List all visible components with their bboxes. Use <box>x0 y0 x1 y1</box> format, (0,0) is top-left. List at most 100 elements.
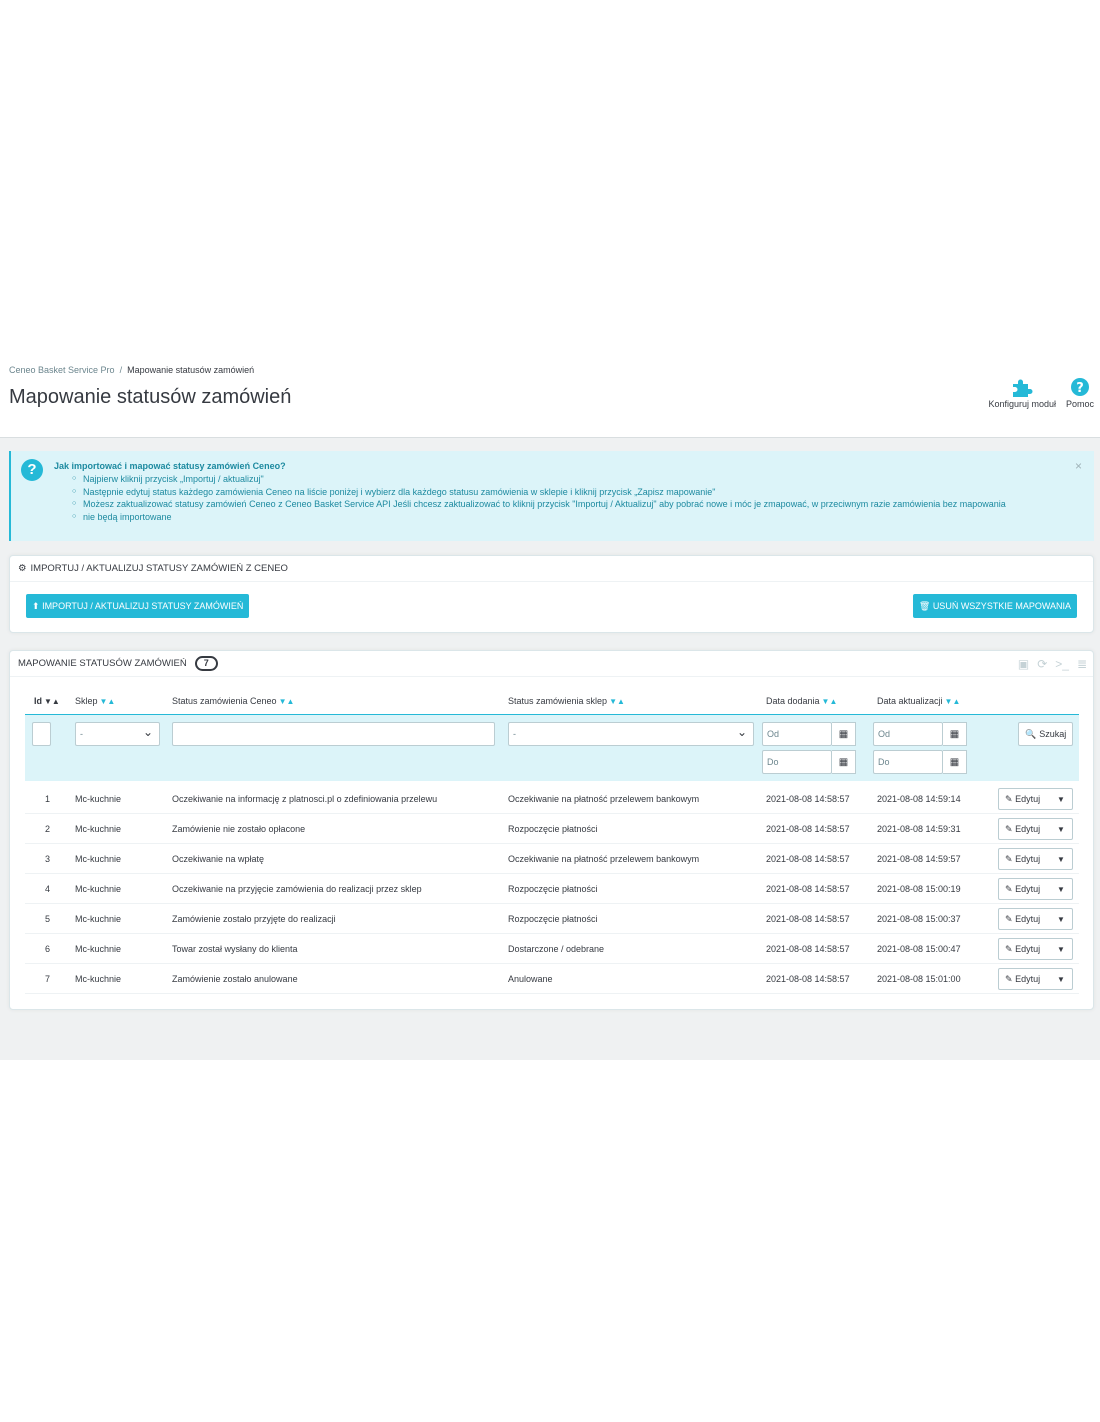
refresh-icon[interactable]: ⟳ <box>1037 657 1047 671</box>
table-row[interactable]: 1 Mc-kuchnie Oczekiwanie na informację z p… <box>25 784 1079 814</box>
calendar-icon[interactable]: ▦ <box>943 722 967 746</box>
calendar-icon[interactable]: ▦ <box>832 722 856 746</box>
alert-item: Możesz zaktualizować statusy zamówień Ce… <box>72 498 1093 511</box>
table-row[interactable]: 5 Mc-kuchnie Zamówienie zostało przyjęte d… <box>25 904 1079 934</box>
edit-button[interactable]: ✎ Edytuj ▼ <box>998 848 1073 870</box>
caret-down-icon[interactable]: ▼ <box>1049 795 1065 804</box>
database-icon[interactable]: ≣ <box>1077 657 1087 671</box>
edit-button[interactable]: ✎ Edytuj ▼ <box>998 968 1073 990</box>
filter-id-input[interactable] <box>32 722 51 746</box>
page-title: Mapowanie statusów zamówień <box>9 386 292 408</box>
alert-item: Najpierw kliknij przycisk „Importuj / ak… <box>72 473 1093 486</box>
alert-item-continuation: nie będą importowane <box>72 511 1093 524</box>
column-header-date-upd[interactable]: Data aktualizacji ▼▲ <box>877 696 960 706</box>
edit-label: Edytuj <box>1015 913 1041 924</box>
import-panel: ⚙ Importuj / aktualizuj statusy zamówień… <box>9 555 1094 633</box>
cell-shop-status: Oczekiwanie na płatność przelewem bankow… <box>508 794 700 804</box>
sort-arrows-icon: ▼▲ <box>609 697 625 706</box>
close-icon[interactable]: × <box>1075 459 1082 473</box>
pencil-icon: ✎ <box>1005 943 1013 954</box>
filter-date-add-to[interactable]: Do <box>762 750 832 774</box>
filter-date-add-from[interactable]: Od <box>762 722 832 746</box>
cell-date-add: 2021-08-08 14:58:57 <box>766 854 850 864</box>
cell-shop-status: Oczekiwanie na płatność przelewem bankow… <box>508 854 700 864</box>
caret-down-icon[interactable]: ▼ <box>1049 885 1065 894</box>
cell-date-add: 2021-08-08 14:58:57 <box>766 884 850 894</box>
question-circle-icon: ? <box>1070 375 1090 399</box>
cell-ceneo-status: Towar został wysłany do klienta <box>172 944 298 954</box>
pencil-icon: ✎ <box>1005 973 1013 984</box>
column-header-ceneo-status[interactable]: Status zamówienia Ceneo ▼▲ <box>172 696 294 706</box>
upload-icon: ⬆ <box>32 601 40 611</box>
cell-date-upd: 2021-08-08 15:00:47 <box>877 944 961 954</box>
caret-down-icon[interactable]: ▼ <box>1049 975 1065 984</box>
list-panel-title: Mapowanie statusów zamówień <box>18 658 187 669</box>
column-header-shop-status[interactable]: Status zamówienia sklep ▼▲ <box>508 696 625 706</box>
info-alert: ? × Jak importować i mapować statusy zam… <box>9 451 1094 541</box>
cell-date-add: 2021-08-08 14:58:57 <box>766 914 850 924</box>
filter-shop-select[interactable]: - <box>75 722 160 746</box>
breadcrumb-parent[interactable]: Ceneo Basket Service Pro <box>9 365 115 375</box>
alert-title: Jak importować i mapować statusy zamówie… <box>54 461 286 471</box>
edit-label: Edytuj <box>1015 793 1041 804</box>
cell-date-upd: 2021-08-08 14:59:31 <box>877 824 961 834</box>
cell-id: 7 <box>45 974 51 984</box>
import-statuses-button[interactable]: ⬆ Importuj / aktualizuj statusy zamówień <box>26 594 250 618</box>
alert-list: Najpierw kliknij przycisk „Importuj / ak… <box>72 473 1093 524</box>
cell-id: 4 <box>45 884 51 894</box>
export-icon[interactable]: ▣ <box>1018 657 1029 671</box>
sort-arrows-icon: ▼▲ <box>821 697 838 706</box>
calendar-icon[interactable]: ▦ <box>832 750 856 774</box>
configure-module-button[interactable]: Konfiguruj moduł <box>988 375 1056 409</box>
column-header-shop[interactable]: Sklep ▼▲ <box>75 696 115 706</box>
table-row[interactable]: 6 Mc-kuchnie Towar został wysłany do klien… <box>25 934 1079 964</box>
column-header-id[interactable]: Id ▼▲ <box>34 696 60 706</box>
breadcrumb-separator: / <box>119 365 123 375</box>
list-toolbar: ▣ ⟳ >_ ≣ <box>1018 657 1087 671</box>
cell-id: 2 <box>45 824 51 834</box>
page-header: Ceneo Basket Service Pro / Mapowanie statu… <box>0 355 1100 438</box>
sql-icon[interactable]: >_ <box>1055 657 1069 671</box>
calendar-icon[interactable]: ▦ <box>943 750 967 774</box>
count-badge: 7 <box>194 656 218 671</box>
table-row[interactable]: 4 Mc-kuchnie Oczekiwanie na przyjęcie zamó… <box>25 874 1079 904</box>
search-button[interactable]: 🔍 Szukaj <box>1018 722 1074 746</box>
help-button[interactable]: ? Pomoc <box>1066 375 1094 409</box>
edit-button[interactable]: ✎ Edytuj ▼ <box>998 908 1073 930</box>
table-row[interactable]: 2 Mc-kuchnie Zamówienie nie zostało opłaco… <box>25 814 1079 844</box>
table-row[interactable]: 3 Mc-kuchnie Oczekiwanie na wpłatę Oczekiwa… <box>25 844 1079 874</box>
search-label: Szukaj <box>1039 729 1067 739</box>
filter-date-upd-to[interactable]: Do <box>873 750 943 774</box>
cell-date-add: 2021-08-08 14:58:57 <box>766 944 850 954</box>
import-statuses-label: Importuj / aktualizuj statusy zamówień <box>42 601 244 611</box>
edit-button[interactable]: ✎ Edytuj ▼ <box>998 818 1073 840</box>
cell-date-add: 2021-08-08 14:58:57 <box>766 824 850 834</box>
breadcrumb-current: Mapowanie statusów zamówień <box>127 365 255 375</box>
filter-shop-status-select[interactable]: - <box>508 722 754 746</box>
caret-down-icon[interactable]: ▼ <box>1049 915 1065 924</box>
filter-date-upd-from[interactable]: Od <box>873 722 943 746</box>
cell-date-upd: 2021-08-08 15:01:00 <box>877 974 961 984</box>
caret-down-icon[interactable]: ▼ <box>1049 825 1065 834</box>
filter-row: - - Od ▦ Do ▦ Od ▦ Do ▦ 🔍 Szukaj <box>25 714 1079 781</box>
caret-down-icon[interactable]: ▼ <box>1049 945 1065 954</box>
table-body: 1 Mc-kuchnie Oczekiwanie na informację z p… <box>25 784 1079 994</box>
edit-button[interactable]: ✎ Edytuj ▼ <box>998 938 1073 960</box>
table-row[interactable]: 7 Mc-kuchnie Zamówienie zostało anulowane A… <box>25 964 1079 994</box>
cell-shop-status: Rozpoczęcie płatności <box>508 914 598 924</box>
delete-all-mappings-button[interactable]: 🗑 Usuń wszystkie mapowania <box>912 594 1077 618</box>
edit-button[interactable]: ✎ Edytuj ▼ <box>998 788 1073 810</box>
cell-id: 1 <box>45 794 51 804</box>
configure-module-label: Konfiguruj moduł <box>988 399 1056 409</box>
column-header-date-add[interactable]: Data dodania ▼▲ <box>766 696 837 706</box>
edit-label: Edytuj <box>1015 853 1041 864</box>
cell-ceneo-status: Zamówienie zostało anulowane <box>172 974 298 984</box>
cell-shop: Mc-kuchnie <box>75 944 122 954</box>
mapping-list-panel: Mapowanie statusów zamówień 7 ▣ ⟳ >_ ≣ I… <box>9 650 1094 1010</box>
filter-ceneo-status-input[interactable] <box>172 722 495 746</box>
pencil-icon: ✎ <box>1005 913 1013 924</box>
edit-button[interactable]: ✎ Edytuj ▼ <box>998 878 1073 900</box>
caret-down-icon[interactable]: ▼ <box>1049 855 1065 864</box>
cell-shop-status: Rozpoczęcie płatności <box>508 824 598 834</box>
pencil-icon: ✎ <box>1005 883 1013 894</box>
